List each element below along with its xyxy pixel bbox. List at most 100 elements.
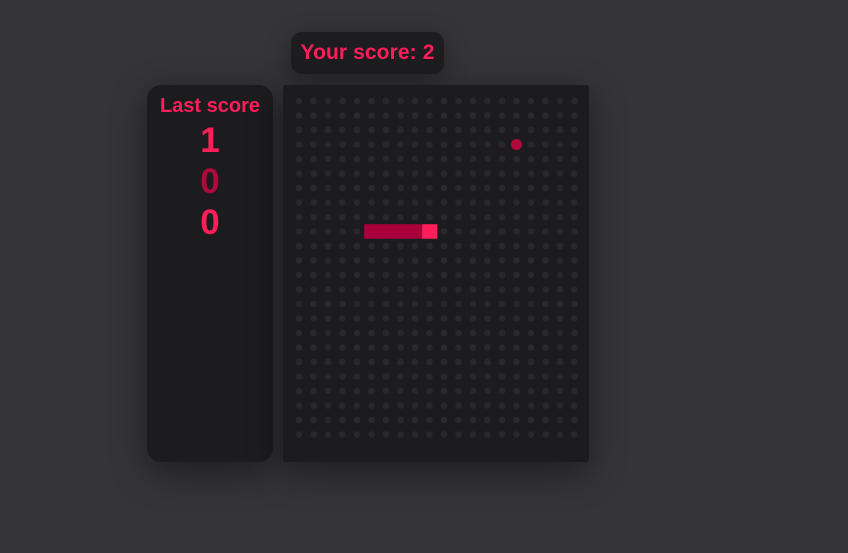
grid-dot <box>556 228 564 235</box>
grid-dot <box>469 126 477 134</box>
grid-dot <box>542 344 549 351</box>
grid-dot <box>324 242 332 250</box>
current-score-label: Your score: 2 <box>300 41 435 64</box>
grid-dot <box>440 170 448 177</box>
grid-dot <box>310 300 317 308</box>
grid-dot <box>324 199 332 206</box>
grid-dot <box>339 387 346 395</box>
grid-dot <box>426 315 433 322</box>
grid-dot <box>455 300 462 308</box>
grid-dot <box>571 155 578 163</box>
grid-dot <box>339 286 346 293</box>
grid-dot <box>556 170 564 177</box>
grid-dot <box>513 112 520 119</box>
grid-dot <box>527 228 535 235</box>
grid-dot <box>353 431 361 438</box>
grid-dot <box>440 387 448 395</box>
grid-dot <box>397 315 404 322</box>
grid-dot <box>498 257 506 264</box>
grid-dot <box>542 97 549 105</box>
grid-dot <box>382 344 390 351</box>
grid-dot <box>382 242 390 250</box>
grid-dot <box>382 271 390 279</box>
grid-dot <box>498 300 506 308</box>
grid-dot <box>411 300 419 308</box>
grid-dot <box>310 199 317 206</box>
grid-dot <box>324 97 332 105</box>
grid-dot <box>426 141 433 148</box>
grid-dot <box>440 199 448 206</box>
grid-dot <box>339 373 346 380</box>
grid-dot <box>455 387 462 395</box>
grid-dot <box>353 228 361 235</box>
grid-dot <box>542 257 549 264</box>
game-board[interactable] <box>283 85 589 462</box>
grid-dot <box>397 170 404 177</box>
grid-dot <box>353 344 361 351</box>
grid-dot <box>353 199 361 206</box>
grid-dot <box>426 199 433 206</box>
grid-dot <box>571 257 578 264</box>
grid-dot <box>455 271 462 279</box>
grid-dot <box>426 184 433 192</box>
grid-dot <box>556 387 564 395</box>
grid-dot <box>455 286 462 293</box>
grid-dot <box>295 126 303 134</box>
grid-dot <box>295 344 303 351</box>
grid-dot <box>527 170 535 177</box>
grid-dot <box>469 170 477 177</box>
grid-dot <box>571 358 578 366</box>
grid-dot <box>426 242 433 250</box>
grid-dot <box>368 358 375 366</box>
grid-dot <box>440 329 448 337</box>
grid-dot <box>498 402 506 409</box>
grid-dot <box>484 213 491 221</box>
grid-dot <box>339 213 346 221</box>
grid-dot <box>455 112 462 119</box>
grid-dot <box>469 329 477 337</box>
snake-head <box>422 224 438 239</box>
grid-dot <box>484 155 491 163</box>
grid-dot <box>295 315 303 322</box>
grid-dot <box>556 315 564 322</box>
grid-dot <box>295 141 303 148</box>
grid-dot <box>411 141 419 148</box>
grid-dot <box>295 402 303 409</box>
grid-dot <box>397 97 404 105</box>
grid-dot <box>397 112 404 119</box>
grid-dot <box>498 387 506 395</box>
grid-dot <box>295 257 303 264</box>
grid-dot <box>368 199 375 206</box>
grid-dot <box>469 271 477 279</box>
grid-dot <box>542 184 549 192</box>
grid-dot <box>556 402 564 409</box>
grid-dot <box>411 431 419 438</box>
game-board-canvas <box>295 97 578 438</box>
grid-dot <box>426 112 433 119</box>
grid-dot <box>411 257 419 264</box>
grid-dot <box>295 184 303 192</box>
grid-dot <box>455 199 462 206</box>
grid-dot <box>455 141 462 148</box>
grid-dot <box>455 155 462 163</box>
grid-dot <box>411 373 419 380</box>
grid-dot <box>310 416 317 424</box>
grid-dot <box>484 126 491 134</box>
grid-dot <box>353 300 361 308</box>
grid-dot <box>339 402 346 409</box>
grid-dot <box>382 141 390 148</box>
grid-dot <box>397 373 404 380</box>
grid-dot <box>571 170 578 177</box>
grid-dot <box>426 257 433 264</box>
grid-dot <box>310 213 317 221</box>
grid-dot <box>324 228 332 235</box>
grid-dot <box>310 315 317 322</box>
grid-dot <box>455 344 462 351</box>
grid-dot <box>426 344 433 351</box>
grid-dot <box>542 329 549 337</box>
grid-dot <box>513 242 520 250</box>
last-score-entry: 1 <box>200 121 220 160</box>
grid-dot <box>426 329 433 337</box>
grid-dot <box>455 170 462 177</box>
last-score-entry: 0 <box>200 203 220 242</box>
